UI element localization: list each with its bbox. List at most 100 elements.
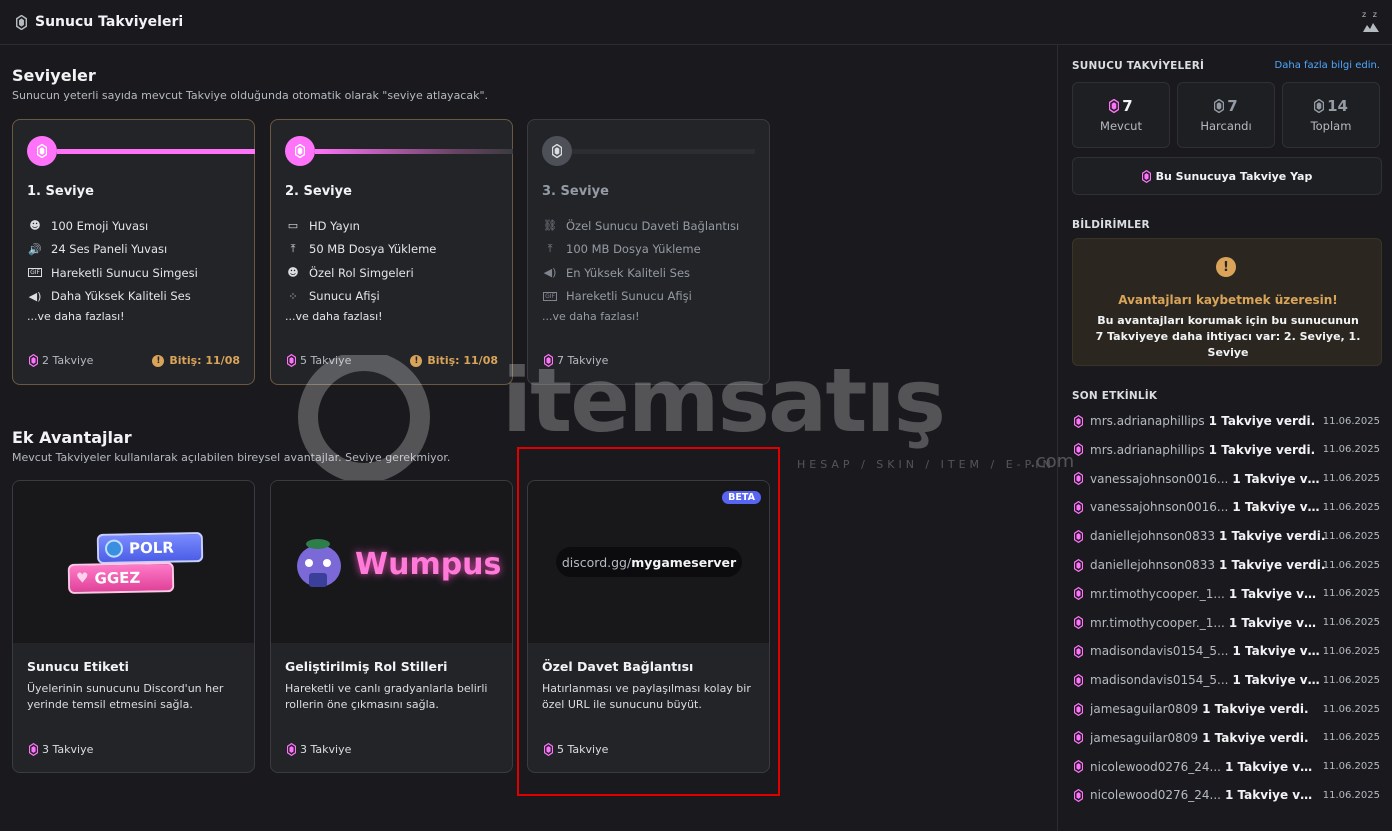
heart-icon: ♥ (75, 570, 89, 587)
activity-text: 1 Takviye ver... (1232, 644, 1325, 659)
tier-2-more: ...ve daha fazlası! (285, 310, 383, 323)
boost-gem-icon (1314, 99, 1324, 113)
sleeping-status-icon[interactable]: z z (1360, 10, 1382, 34)
activity-row: mrs.adrianaphillips 1 Takviye verdi. 11.06… (1074, 440, 1384, 460)
activity-user[interactable]: vanessajohnson0016... (1090, 500, 1228, 514)
boost-gem-icon (1074, 587, 1083, 600)
perk-label: 100 Emoji Yuvası (51, 218, 149, 233)
activity-row: vanessajohnson0016... 1 Takviye ver... 11.… (1074, 469, 1384, 489)
wumpus-gradient-label: Wumpus (355, 547, 502, 582)
boost-gem-icon (29, 743, 38, 756)
activity-date: 11.06.2025 (1322, 559, 1380, 571)
tier-1-expiry: ! Bitiş: 11/08 (152, 354, 240, 367)
boost-gem-icon (37, 144, 47, 158)
boost-gem-icon (1074, 674, 1083, 687)
tier-2-boosts: 5 Takviye (287, 354, 351, 367)
tier-3-name: 3. Seviye (542, 184, 609, 199)
activity-user[interactable]: mrs.adrianaphillips (1090, 414, 1205, 428)
invite-url-slug: mygameserver (631, 554, 737, 570)
tier-3-card[interactable]: 3. Seviye ⛓ Özel Sunucu Daveti Bağlantısı… (527, 119, 770, 385)
perk-card-role-styles[interactable]: Wumpus Geliştirilmiş Rol Stilleri Hareke… (270, 480, 513, 773)
activity-date: 11.06.2025 (1322, 530, 1380, 542)
activity-user[interactable]: vanessajohnson0016... (1090, 472, 1228, 486)
polr-tag: POLR (96, 532, 204, 564)
boost-gem-icon (1074, 559, 1083, 572)
tier-1-card[interactable]: 1. Seviye ☻ 100 Emoji Yuvası 🔊 24 Ses Pane… (12, 119, 255, 385)
activity-text: 1 Takviye verdi. (1208, 442, 1316, 457)
activity-user[interactable]: madisondavis0154_5... (1090, 673, 1228, 687)
notifications-heading: BİLDİRİMLER (1072, 219, 1150, 231)
perk-description: Üyelerinin sunucunu Discord'un her yerin… (27, 682, 224, 711)
tier-2-expiry: ! Bitiş: 11/08 (410, 354, 498, 367)
link-icon: ⛓ (543, 219, 557, 233)
activity-text: 1 Takviye ver... (1232, 471, 1325, 486)
perk-boosts-label: 3 Takviye (300, 743, 352, 756)
activity-user[interactable]: madisondavis0154_5... (1090, 644, 1228, 658)
invite-url-preview: discord.gg/mygameserver (556, 547, 742, 577)
page-title: Sunucu Takviyeleri (35, 14, 184, 30)
expiry-notice: ! Avantajları kaybetmek üzeresin! Bu ava… (1072, 238, 1382, 366)
boost-gem-icon (1074, 530, 1083, 543)
activity-row: jamesaguilar0809 1 Takviye verdi. 11.06.20… (1074, 699, 1384, 719)
activity-user[interactable]: mr.timothycooper._1... (1090, 616, 1225, 630)
tier-3-node (542, 136, 572, 166)
boost-gem-icon (295, 144, 305, 158)
boost-gem-icon (1074, 616, 1083, 629)
tier-1-name: 1. Seviye (27, 184, 94, 199)
warning-icon: ! (410, 354, 423, 367)
tier-1-perk-list: ☻ 100 Emoji Yuvası 🔊 24 Ses Paneli Yuvası … (27, 214, 198, 308)
perk-title: Sunucu Etiketi (27, 659, 129, 674)
perk-label: 24 Ses Paneli Yuvası (51, 242, 168, 257)
activity-text: 1 Takviye verdi. (1208, 414, 1316, 428)
boost-gem-icon (552, 144, 562, 158)
learn-more-link[interactable]: Daha fazla bilgi edin. (1275, 60, 1380, 71)
activity-user[interactable]: daniellejohnson0833 (1090, 558, 1215, 572)
stat-available: 7 Mevcut (1072, 82, 1170, 148)
activity-date: 11.06.2025 (1322, 444, 1380, 456)
activity-row: mrs.adrianaphillips 1 Takviye verdi. 11.06… (1074, 411, 1384, 431)
upload-icon: ⤒ (290, 242, 296, 256)
grid-icon: ⁘ (288, 289, 298, 303)
emoji-icon: ☻ (29, 219, 41, 233)
activity-date: 11.06.2025 (1322, 645, 1380, 657)
server-tag-banner: POLR ♥ GGEZ (13, 481, 254, 643)
boost-this-server-button[interactable]: Bu Sunucuya Takviye Yap (1072, 157, 1382, 195)
perk-item: ☻ Özel Rol Simgeleri (285, 261, 436, 285)
perk-card-custom-invite[interactable]: BETA discord.gg/mygameserver Özel Davet … (527, 480, 770, 773)
boost-gem-icon (1074, 645, 1083, 658)
activity-date: 11.06.2025 (1322, 617, 1380, 629)
activity-user[interactable]: jamesaguilar0809 (1090, 731, 1198, 745)
activity-row: vanessajohnson0016... 1 Takviye ver... 11.… (1074, 497, 1384, 517)
tier-2-card[interactable]: 2. Seviye ▭ HD Yayın ⤒ 50 MB Dosya Yükleme… (270, 119, 513, 385)
gear-icon (104, 539, 124, 558)
activity-text: 1 Takviye verdi. (1218, 529, 1326, 544)
activity-row: madisondavis0154_5... 1 Takviye ver... 11.… (1074, 641, 1384, 661)
activity-user[interactable]: mr.timothycooper._1... (1090, 587, 1225, 601)
activity-heading: SON ETKİNLİK (1072, 390, 1158, 402)
activity-text: 1 Takviye ver... (1232, 500, 1325, 515)
perk-boosts: 3 Takviye (287, 743, 351, 756)
activity-row: mr.timothycooper._1... 1 Takviye ver... 11… (1074, 613, 1384, 633)
activity-user[interactable]: nicolewood0276_24... (1090, 760, 1221, 774)
tier-1-node (27, 136, 57, 166)
levels-heading: Seviyeler (12, 66, 96, 85)
stat-total-label: Toplam (1310, 119, 1352, 133)
activity-text: 1 Takviye verdi. (1202, 702, 1309, 716)
activity-user[interactable]: mrs.adrianaphillips (1090, 443, 1205, 457)
ggez-tag: ♥ GGEZ (67, 562, 175, 594)
gif-icon: GIF (543, 291, 557, 301)
perk-card-server-tag[interactable]: POLR ♥ GGEZ Sunucu Etiketi Üyelerinin su… (12, 480, 255, 773)
activity-date: 11.06.2025 (1322, 703, 1380, 715)
activity-user[interactable]: nicolewood0276_24... (1090, 788, 1221, 802)
activity-user[interactable]: daniellejohnson0833 (1090, 529, 1215, 543)
boost-gem-icon (29, 354, 38, 367)
tier-2-perk-list: ▭ HD Yayın ⤒ 50 MB Dosya Yükleme ☻ Özel Rol… (285, 214, 436, 308)
boost-gem-icon (1074, 501, 1083, 514)
activity-user[interactable]: jamesaguilar0809 (1090, 702, 1198, 716)
activity-row: nicolewood0276_24... 1 Takviye ver... 11.0… (1074, 785, 1384, 805)
tier-2-progress-bar (315, 149, 513, 154)
tier-2-boosts-label: 5 Takviye (300, 354, 352, 367)
boost-gem-icon (1074, 731, 1083, 744)
boost-gem-icon (1214, 99, 1224, 113)
activity-date: 11.06.2025 (1322, 588, 1380, 600)
